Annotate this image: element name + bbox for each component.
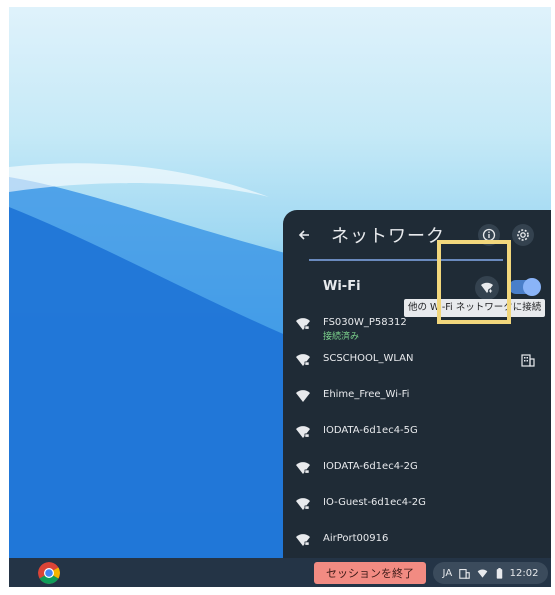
panel-title: ネットワーク <box>331 226 445 247</box>
network-name: IODATA-6d1ec4-2G <box>323 461 418 472</box>
shelf: セッションを終了 JA 12:02 <box>9 558 551 587</box>
wifi-toggle-knob <box>523 278 541 296</box>
network-name: FS030W_P58312 <box>323 317 407 328</box>
chrome-launcher-icon[interactable] <box>38 562 60 584</box>
wifi-toggle[interactable] <box>509 278 541 296</box>
end-session-button[interactable]: セッションを終了 <box>314 562 426 584</box>
chrome-icon <box>38 562 60 584</box>
wifi-lock-icon <box>296 462 310 474</box>
status-tray[interactable]: JA 12:02 <box>433 562 548 584</box>
settings-button[interactable] <box>512 224 534 246</box>
network-name: SCSCHOOL_WLAN <box>323 353 414 364</box>
highlight-annotation-box <box>437 240 511 324</box>
arrow-back-icon <box>298 230 309 240</box>
network-item[interactable]: AirPort00916 <box>283 522 551 558</box>
wifi-lock-icon <box>296 354 310 366</box>
network-item[interactable]: IO-Guest-6d1ec4-2G <box>283 486 551 522</box>
wifi-lock-icon <box>296 534 310 546</box>
wifi-label: Wi-Fi <box>323 279 361 294</box>
battery-icon <box>496 567 502 579</box>
wifi-icon <box>296 390 310 402</box>
network-item[interactable]: IODATA-6d1ec4-5G <box>283 414 551 450</box>
network-status: 接続済み <box>323 332 360 342</box>
clock: 12:02 <box>509 567 539 579</box>
network-name: IODATA-6d1ec4-5G <box>323 425 418 436</box>
network-item[interactable]: IODATA-6d1ec4-2G <box>283 450 551 486</box>
network-name: Ehime_Free_Wi-Fi <box>323 389 410 400</box>
wifi-status-icon <box>478 568 488 578</box>
wifi-lock-icon <box>296 318 310 330</box>
back-button[interactable] <box>293 224 315 246</box>
wifi-lock-icon <box>296 426 310 438</box>
network-name: IO-Guest-6d1ec4-2G <box>323 497 426 508</box>
gear-icon <box>517 229 529 241</box>
network-item[interactable]: SCSCHOOL_WLAN <box>283 342 551 378</box>
network-item[interactable]: Ehime_Free_Wi-Fi <box>283 378 551 414</box>
ime-indicator: JA <box>442 567 453 579</box>
wifi-lock-icon <box>296 498 310 510</box>
building-icon <box>521 354 535 367</box>
network-name: AirPort00916 <box>323 533 389 544</box>
enterprise-icon <box>459 568 471 579</box>
